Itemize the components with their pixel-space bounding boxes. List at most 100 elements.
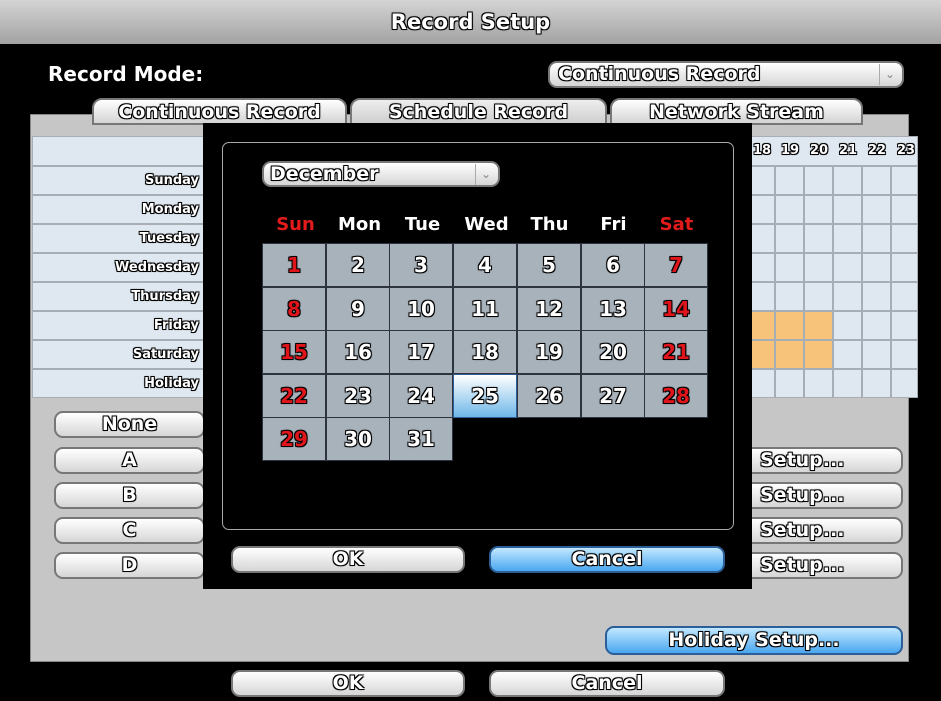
schedule-cell[interactable] — [833, 253, 862, 282]
day-label-monday: Monday — [32, 195, 204, 224]
hour-label: 21 — [838, 143, 858, 158]
calendar-cancel-button[interactable]: Cancel — [489, 546, 725, 573]
day-label-sunday: Sunday — [32, 166, 204, 195]
calendar-date[interactable]: 19 — [517, 330, 581, 374]
record-type-a-button[interactable]: A — [54, 447, 205, 474]
schedule-cell[interactable] — [775, 369, 804, 398]
schedule-cell[interactable] — [891, 253, 918, 282]
schedule-cell[interactable] — [891, 340, 918, 369]
schedule-cell[interactable] — [833, 224, 862, 253]
day-label-tuesday: Tuesday — [32, 224, 204, 253]
schedule-cell[interactable] — [833, 195, 862, 224]
schedule-cell[interactable] — [891, 369, 918, 398]
schedule-cell[interactable] — [891, 166, 918, 195]
schedule-cell[interactable] — [833, 340, 862, 369]
schedule-cell[interactable] — [891, 282, 918, 311]
schedule-cell[interactable] — [891, 224, 918, 253]
tab-network-stream[interactable]: Network Stream — [610, 98, 863, 125]
schedule-cell[interactable] — [775, 166, 804, 195]
schedule-cell[interactable] — [891, 311, 918, 340]
schedule-cell[interactable] — [862, 282, 891, 311]
setup-button-d[interactable]: Setup... — [740, 552, 903, 579]
calendar-date[interactable]: 30 — [326, 417, 390, 461]
calendar-date[interactable]: 15 — [262, 330, 326, 374]
calendar-date[interactable]: 6 — [581, 243, 645, 287]
calendar-date[interactable]: 17 — [389, 330, 453, 374]
schedule-cell[interactable] — [804, 253, 833, 282]
cancel-button[interactable]: Cancel — [489, 670, 725, 697]
ok-button[interactable]: OK — [231, 670, 465, 697]
schedule-cell[interactable] — [804, 369, 833, 398]
record-type-d-button[interactable]: D — [54, 552, 205, 579]
calendar-date[interactable]: 10 — [389, 287, 453, 331]
schedule-cell[interactable] — [862, 253, 891, 282]
schedule-cell[interactable] — [804, 166, 833, 195]
calendar-date[interactable]: 21 — [644, 330, 708, 374]
schedule-cell[interactable] — [804, 195, 833, 224]
holiday-setup-button[interactable]: Holiday Setup... — [605, 626, 903, 655]
calendar-date[interactable]: 11 — [453, 287, 517, 331]
calendar-date[interactable]: 29 — [262, 417, 326, 461]
schedule-cell[interactable] — [833, 166, 862, 195]
calendar-date[interactable]: 24 — [389, 374, 453, 418]
hour-label: 20 — [809, 143, 829, 158]
schedule-cell[interactable] — [862, 195, 891, 224]
calendar-date[interactable]: 23 — [326, 374, 390, 418]
calendar-date[interactable]: 27 — [581, 374, 645, 418]
schedule-cell[interactable] — [775, 195, 804, 224]
calendar-date[interactable]: 9 — [326, 287, 390, 331]
schedule-cell[interactable] — [775, 253, 804, 282]
weekday-thu: Thu — [530, 214, 569, 235]
record-mode-label: Record Mode: — [48, 62, 204, 86]
calendar-date[interactable]: 22 — [262, 374, 326, 418]
schedule-cell[interactable] — [862, 224, 891, 253]
calendar-date[interactable]: 20 — [581, 330, 645, 374]
setup-button-c[interactable]: Setup... — [740, 517, 903, 544]
calendar-date[interactable]: 28 — [644, 374, 708, 418]
calendar-date[interactable]: 18 — [453, 330, 517, 374]
schedule-cell[interactable] — [804, 282, 833, 311]
schedule-cell[interactable] — [862, 311, 891, 340]
calendar-date[interactable]: 7 — [644, 243, 708, 287]
schedule-cell[interactable] — [775, 224, 804, 253]
record-mode-select[interactable]: Continuous Record ⌄ — [548, 61, 904, 88]
calendar-ok-button[interactable]: OK — [231, 546, 465, 573]
calendar-date[interactable]: 25 — [453, 374, 517, 418]
setup-button-b[interactable]: Setup... — [740, 482, 903, 509]
calendar-date[interactable]: 12 — [517, 287, 581, 331]
schedule-cell[interactable] — [833, 369, 862, 398]
schedule-cell[interactable] — [862, 369, 891, 398]
schedule-cell[interactable] — [804, 224, 833, 253]
calendar-date[interactable]: 8 — [262, 287, 326, 331]
schedule-cell[interactable] — [833, 311, 862, 340]
calendar-date[interactable]: 1 — [262, 243, 326, 287]
calendar-date[interactable]: 13 — [581, 287, 645, 331]
schedule-cell[interactable] — [804, 311, 833, 340]
schedule-cell[interactable] — [891, 195, 918, 224]
schedule-cell[interactable] — [862, 340, 891, 369]
calendar-date[interactable]: 2 — [326, 243, 390, 287]
month-select[interactable]: December ⌄ — [262, 161, 500, 187]
calendar-date[interactable]: 14 — [644, 287, 708, 331]
schedule-cell[interactable] — [775, 282, 804, 311]
calendar-date[interactable]: 5 — [517, 243, 581, 287]
tab-schedule-record[interactable]: Schedule Record — [350, 98, 607, 125]
tab-continuous-record[interactable]: Continuous Record — [92, 98, 347, 125]
calendar-date[interactable]: 3 — [389, 243, 453, 287]
chevron-down-icon[interactable]: ⌄ — [879, 64, 900, 85]
chevron-down-icon[interactable]: ⌄ — [475, 164, 496, 185]
schedule-cell[interactable] — [804, 340, 833, 369]
schedule-cell[interactable] — [775, 340, 804, 369]
schedule-cell[interactable] — [775, 311, 804, 340]
calendar-date[interactable]: 26 — [517, 374, 581, 418]
schedule-cell[interactable] — [862, 166, 891, 195]
weekday-sun: Sun — [276, 214, 315, 235]
schedule-cell[interactable] — [833, 282, 862, 311]
record-type-none-button[interactable]: None — [54, 411, 205, 438]
record-type-b-button[interactable]: B — [54, 482, 205, 509]
calendar-date[interactable]: 4 — [453, 243, 517, 287]
setup-button-a[interactable]: Setup... — [740, 447, 903, 474]
calendar-date[interactable]: 31 — [389, 417, 453, 461]
calendar-date[interactable]: 16 — [326, 330, 390, 374]
record-type-c-button[interactable]: C — [54, 517, 205, 544]
